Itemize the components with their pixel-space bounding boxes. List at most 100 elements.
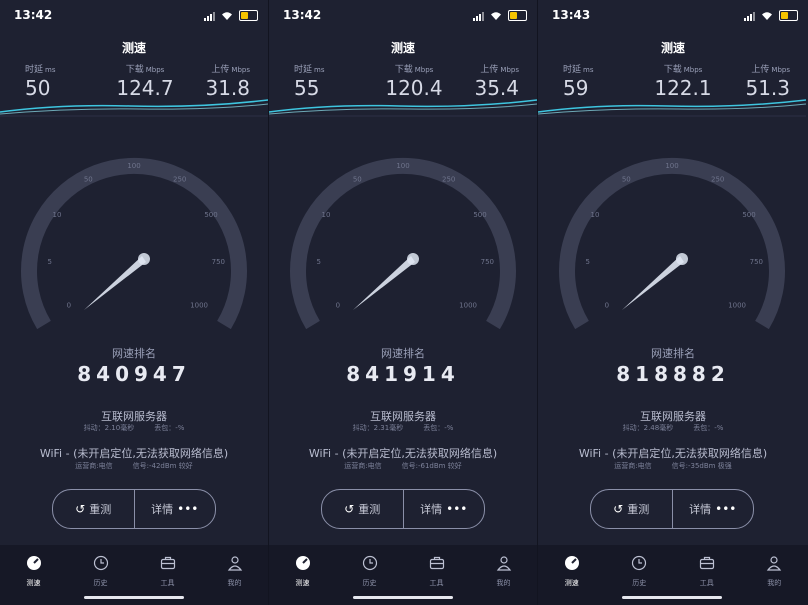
toolbox-icon — [429, 556, 444, 570]
phone-screen: 13:42 测速 时延 ms 55 下载 Mbps 120.4 上传 Mbps 35.… — [269, 0, 538, 605]
jitter-value: 抖动：2.48毫秒 — [622, 424, 674, 432]
status-bar: 13:42 — [269, 8, 537, 26]
battery-icon — [239, 10, 258, 21]
server-name: 互联网服务器 — [101, 410, 167, 423]
details-button[interactable]: 详情 ••• — [133, 490, 216, 528]
wifi-icon — [491, 11, 501, 20]
signal-value: 信号:-35dBm 极强 — [671, 462, 732, 470]
wifi-info: WiFi - (未开启定位,无法获取网络信息) — [578, 447, 768, 460]
gauge-tick-label: 5 — [585, 258, 589, 266]
retry-icon: ↺ — [344, 502, 355, 516]
tab-profile[interactable]: 我的 — [201, 545, 268, 605]
gauge-needle — [622, 256, 684, 310]
battery-icon — [508, 10, 527, 21]
gauge-tick-label: 750 — [481, 258, 494, 266]
wifi-icon — [222, 11, 232, 20]
page-title: 测速 — [121, 41, 146, 55]
gauge-tick-label: 100 — [665, 162, 678, 170]
speed-gauge: 0 5 10 50 100 250 500 750 1000 — [559, 157, 785, 330]
carrier-value: 运营商:电信 — [614, 462, 652, 470]
gauge-tick-label: 250 — [442, 175, 455, 183]
wifi-info: WiFi - (未开启定位,无法获取网络信息) — [39, 447, 229, 460]
upload-label: 上传 — [480, 65, 499, 75]
action-buttons: ↺ 重测 详情 ••• — [590, 489, 754, 529]
details-button[interactable]: 详情 ••• — [402, 490, 485, 528]
user-icon — [496, 556, 511, 571]
clock-icon — [93, 555, 108, 571]
gauge-tick-label: 500 — [742, 211, 755, 219]
gauge-tick-label: 0 — [67, 302, 71, 310]
clock-icon — [632, 555, 647, 571]
speed-waveform — [0, 99, 268, 117]
retry-icon: ↺ — [75, 502, 86, 516]
tab-profile[interactable]: 我的 — [470, 545, 537, 605]
gauge-tick-label: 5 — [47, 258, 51, 266]
speed-waveform — [538, 99, 806, 117]
action-buttons: ↺ 重测 详情 ••• — [52, 489, 216, 529]
more-dots-icon: ••• — [177, 502, 199, 516]
gauge-tick-label: 750 — [212, 258, 225, 266]
gauge-tick-label: 50 — [622, 175, 631, 183]
action-buttons: ↺ 重测 详情 ••• — [321, 489, 485, 529]
upload-metric: 上传 Mbps 51.3 — [745, 62, 790, 100]
home-indicator — [353, 596, 453, 599]
retest-button[interactable]: ↺ 重测 — [591, 490, 672, 528]
download-metric: 下载 Mbps 122.1 — [643, 62, 723, 100]
details-label: 详情 — [689, 503, 712, 516]
tab-speedtest[interactable]: 测速 — [538, 545, 606, 605]
gauge-tick-label: 100 — [127, 162, 140, 170]
signal-value: 信号:-42dBm 较好 — [132, 462, 193, 470]
rank-label: 网速排名 — [651, 347, 695, 360]
tab-speedtest[interactable]: 测速 — [0, 545, 67, 605]
status-bar: 13:43 — [538, 8, 808, 26]
download-unit: Mbps — [145, 66, 165, 74]
gauge-tick-label: 10 — [53, 211, 62, 219]
retest-label: 重测 — [358, 503, 381, 516]
gauge-tick-label: 250 — [711, 175, 724, 183]
server-name: 互联网服务器 — [640, 410, 706, 423]
download-metric: 下载 Mbps 120.4 — [374, 62, 454, 100]
gauge-tick-label: 0 — [336, 302, 340, 310]
details-label: 详情 — [151, 503, 174, 516]
gauge-tick-label: 10 — [591, 211, 600, 219]
speed-gauge: 0 5 10 50 100 250 500 750 1000 — [21, 157, 247, 330]
clock: 13:42 — [283, 8, 322, 22]
clock: 13:43 — [552, 8, 591, 22]
gauge-tick-label: 1000 — [728, 302, 746, 310]
packet-loss-value: 丢包：-% — [423, 424, 454, 432]
download-metric: 下载 Mbps 124.7 — [105, 62, 185, 100]
wifi-info: WiFi - (未开启定位,无法获取网络信息) — [308, 447, 498, 460]
upload-label: 上传 — [211, 65, 230, 75]
latency-unit: ms — [583, 66, 594, 74]
carrier-value: 运营商:电信 — [75, 462, 113, 470]
download-unit: Mbps — [683, 66, 703, 74]
details-button[interactable]: 详情 ••• — [671, 490, 754, 528]
gauge-tick-label: 50 — [353, 175, 362, 183]
battery-icon — [779, 10, 798, 21]
download-label: 下载 — [125, 65, 144, 75]
retest-button[interactable]: ↺ 重测 — [322, 490, 403, 528]
gauge-tick-label: 1000 — [190, 302, 208, 310]
speedometer-icon — [26, 556, 41, 570]
upload-metric: 上传 Mbps 31.8 — [205, 62, 250, 100]
gauge-tick-label: 50 — [84, 175, 93, 183]
details-label: 详情 — [420, 503, 443, 516]
latency-label: 时延 — [563, 65, 582, 75]
gauge-tick-label: 5 — [316, 258, 320, 266]
phone-screen: 13:42 测速 时延 ms 50 下载 Mbps 124.7 上传 Mbps 31.… — [0, 0, 269, 605]
jitter-value: 抖动：2.31毫秒 — [352, 424, 404, 432]
tab-profile[interactable]: 我的 — [741, 545, 808, 605]
phone-screen: 13:43 测速 时延 ms 59 下载 Mbps 122.1 上传 Mbps 51.… — [538, 0, 808, 605]
gauge-tick-label: 250 — [173, 175, 186, 183]
gauge-tick-label: 500 — [204, 211, 217, 219]
wifi-icon — [762, 11, 772, 20]
rank-value: 818882 — [616, 362, 730, 386]
home-indicator — [622, 596, 722, 599]
more-dots-icon: ••• — [446, 502, 468, 516]
gauge-tick-label: 750 — [750, 258, 763, 266]
jitter-value: 抖动：2.10毫秒 — [83, 424, 135, 432]
retest-button[interactable]: ↺ 重测 — [53, 490, 134, 528]
rank-value: 840947 — [77, 362, 191, 386]
toolbox-icon — [699, 556, 714, 570]
tab-speedtest[interactable]: 测速 — [269, 545, 336, 605]
